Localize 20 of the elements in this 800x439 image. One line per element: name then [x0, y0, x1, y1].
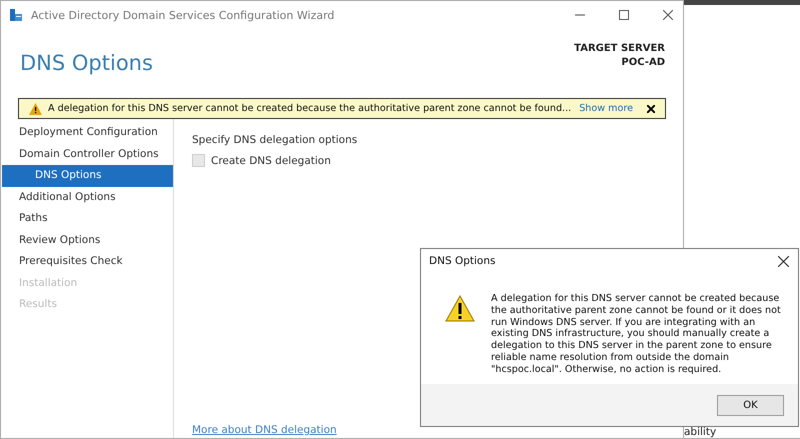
- ok-button[interactable]: OK: [717, 394, 784, 416]
- sidebar-item[interactable]: Deployment Configuration: [2, 122, 173, 144]
- sidebar-item[interactable]: Prerequisites Check: [2, 251, 173, 272]
- sidebar-item[interactable]: Additional Options: [2, 186, 173, 208]
- help-link[interactable]: More about DNS delegation: [192, 424, 683, 436]
- dialog-title: DNS Options: [429, 255, 496, 267]
- section-heading: Specify DNS delegation options: [192, 134, 358, 146]
- warning-message: A delegation for this DNS server cannot be created because the authoritative parent zone cannot be found...: [48, 103, 572, 114]
- sidebar-item[interactable]: Paths: [2, 208, 173, 230]
- sidebar-item[interactable]: Domain Controller Options: [2, 144, 173, 165]
- checkbox-label: Create DNS delegation: [211, 154, 331, 166]
- sidebar-item[interactable]: DNS Options: [2, 165, 173, 186]
- target-server-name: POC-AD: [621, 57, 665, 68]
- target-server-label: TARGET SERVER: [574, 43, 665, 54]
- page-title: DNS Options: [20, 51, 153, 77]
- dialog-message: A delegation for this DNS server cannot be created because the authoritative parent zone cannot be found or it does not run Windows DNS server. If you are integrating with an existing DNS infrastructure, you should manually create a delegation to this DNS server in the parent zone to ensure reliable name resolution from outside the domain "hcspoc.local". Otherwise, no action is required.: [491, 293, 782, 377]
- window-title: Active Directory Domain Services Configuration Wizard: [31, 8, 334, 22]
- sidebar-item[interactable]: Review Options: [2, 230, 173, 251]
- background-text: ability: [684, 426, 718, 438]
- show-more-link[interactable]: Show more: [579, 103, 633, 114]
